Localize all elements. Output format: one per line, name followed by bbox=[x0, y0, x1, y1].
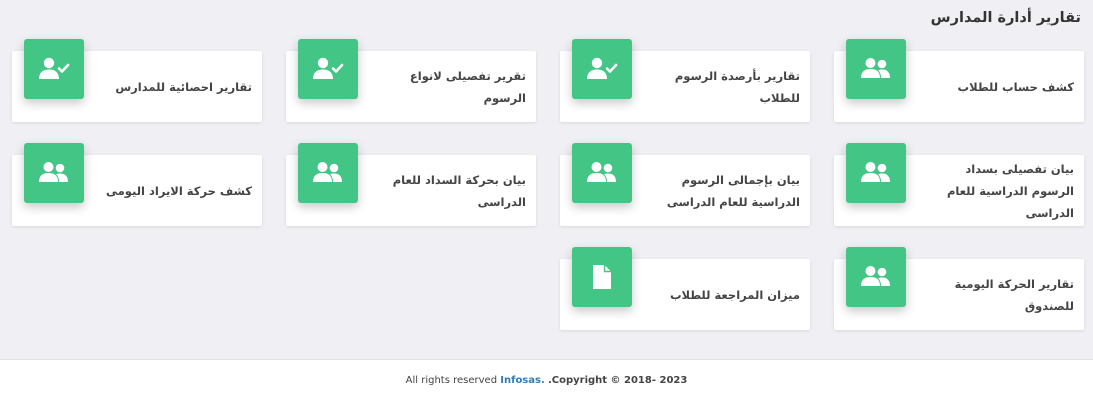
card-icon-tile bbox=[298, 143, 358, 203]
report-card-fee-balances[interactable]: تقارير بأرصدة الرسوم للطلاب bbox=[560, 39, 810, 122]
card-label: بيان بحركة السداد للعام الدراسى bbox=[392, 172, 526, 209]
card-label: كشف حركة الايراد اليومى bbox=[106, 183, 252, 198]
card-icon-tile bbox=[846, 39, 906, 99]
report-card-student-account[interactable]: كشف حساب للطلاب bbox=[834, 39, 1084, 122]
card-label: بيان تفصيلى بسداد الرسوم الدراسية للعام … bbox=[946, 161, 1074, 220]
report-card-total-fees[interactable]: بيان بإجمالى الرسوم الدراسية للعام الدرا… bbox=[560, 143, 810, 226]
report-card-daily-revenue[interactable]: كشف حركة الايراد اليومى bbox=[12, 143, 262, 226]
users-icon bbox=[861, 162, 890, 182]
card-icon-tile bbox=[846, 247, 906, 307]
page-title: تقارير أدارة المدارس bbox=[930, 10, 1081, 26]
report-card-school-statistics[interactable]: تقارير احصائية للمدارس bbox=[12, 39, 262, 122]
card-icon-tile bbox=[24, 39, 84, 99]
card-icon-tile bbox=[572, 39, 632, 99]
card-icon-tile bbox=[24, 143, 84, 203]
users-icon bbox=[861, 266, 890, 286]
card-label: ميزان المراجعة للطلاب bbox=[669, 287, 800, 302]
card-icon-tile bbox=[298, 39, 358, 99]
card-label: تقارير احصائية للمدارس bbox=[115, 79, 252, 94]
card-label: بيان بإجمالى الرسوم الدراسية للعام الدرا… bbox=[666, 172, 800, 209]
report-card-daily-cashbox[interactable]: تقارير الحركة اليومية للصندوق bbox=[834, 247, 1084, 330]
report-card-trial-balance[interactable]: ميزان المراجعة للطلاب bbox=[560, 247, 810, 330]
report-card-payment-movement[interactable]: بيان بحركة السداد للعام الدراسى bbox=[286, 143, 536, 226]
card-label: تقارير الحركة اليومية للصندوق bbox=[954, 276, 1074, 313]
card-icon-tile bbox=[846, 143, 906, 203]
card-label: تقارير بأرصدة الرسوم للطلاب bbox=[674, 68, 800, 105]
card-label: تقرير تفصيلى لانواع الرسوم bbox=[409, 68, 526, 105]
report-card-detailed-fee-payment[interactable]: بيان تفصيلى بسداد الرسوم الدراسية للعام … bbox=[834, 143, 1084, 226]
user-check-icon bbox=[39, 57, 70, 79]
user-check-icon bbox=[587, 57, 618, 79]
card-label: كشف حساب للطلاب bbox=[957, 79, 1074, 94]
card-icon-tile bbox=[572, 143, 632, 203]
report-card-fee-types[interactable]: تقرير تفصيلى لانواع الرسوم bbox=[286, 39, 536, 122]
card-icon-tile bbox=[572, 247, 632, 307]
footer-brand-link[interactable]: Infosas. bbox=[500, 375, 545, 386]
footer-rights: All rights reserved bbox=[405, 374, 498, 386]
user-check-icon bbox=[313, 57, 344, 79]
users-icon bbox=[39, 162, 68, 182]
footer: All rights reserved Infosas. .Copyright … bbox=[0, 359, 1093, 400]
users-icon bbox=[861, 58, 890, 78]
file-icon bbox=[593, 265, 611, 289]
footer-copyright: .Copyright © 2018- 2023 bbox=[547, 374, 688, 386]
users-icon bbox=[313, 162, 342, 182]
users-icon bbox=[587, 162, 616, 182]
